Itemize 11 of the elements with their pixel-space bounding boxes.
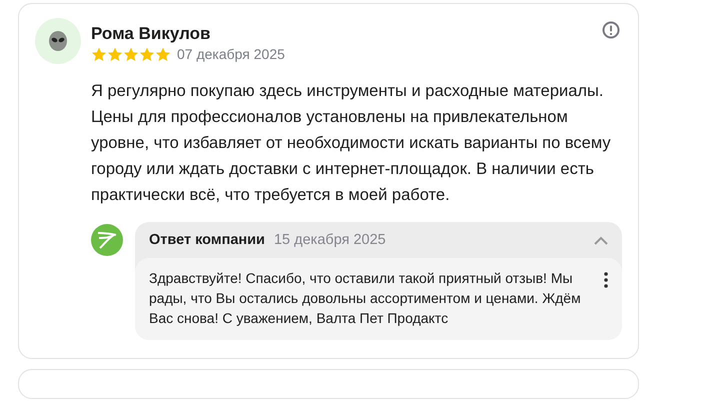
review-date: 07 декабря 2025 [177,46,285,62]
reply-text: Здравствуйте! Спасибо, что оставили такой приятный отзыв! Мы рады, что Вы остались довольны ассортиментом и ценами. Ждём Вас снова! С уважением, Валта Пет Продактс [149,269,582,328]
more-options-icon[interactable] [604,272,608,288]
company-logo-icon [91,224,123,256]
collapse-chevron-icon[interactable] [594,236,608,244]
report-icon[interactable] [602,21,620,39]
review-text: Я регулярно покупаю здесь инструменты и расходные материалы. Цены для профессионалов установлены на привлекательном уровне, что избавляет от необходимости искать варианты по всему городу или ждать доставки с интернет-площадок. В наличии есть практически всё, что требуется в моей работе. [91,81,611,206]
author-name: Рома Викулов [91,23,212,45]
avatar-icon [35,18,81,64]
reply-date: 15 декабря 2025 [274,232,386,248]
reply-title: Ответ компании [149,232,265,248]
